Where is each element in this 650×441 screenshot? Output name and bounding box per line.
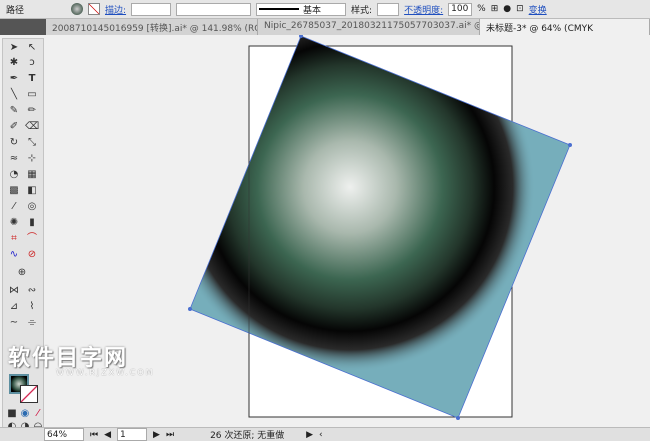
mesh-tool-icon[interactable]: ▩ <box>7 185 21 197</box>
selection-tool-icon[interactable]: ➤ <box>7 42 21 54</box>
variable-width-field[interactable] <box>176 2 252 16</box>
style-label: 样式: <box>351 5 373 16</box>
status-menu-icon[interactable]: ▶ <box>306 430 313 440</box>
undo-status: 26 次还原; 无重做 <box>210 431 285 441</box>
symbol-sprayer-icon[interactable]: ✺ <box>7 217 21 229</box>
zoom-select[interactable]: 64% <box>44 428 84 441</box>
brush-tool-icon[interactable]: ✎ <box>7 105 21 117</box>
line-tool-icon[interactable]: ╲ <box>7 89 21 101</box>
stroke-label[interactable]: 描边: <box>105 3 126 16</box>
globe-icon[interactable]: ● <box>503 4 511 14</box>
gradient-mode-icon[interactable]: ◉ <box>18 408 32 420</box>
opacity-field[interactable]: 100 <box>448 2 473 16</box>
watermark-url: WWW.RJZXW.COM <box>56 368 155 377</box>
graph-tool-icon[interactable]: ▮ <box>25 217 39 229</box>
puppet-icon[interactable]: ∼ <box>7 317 21 329</box>
align-icon[interactable]: ⊞ <box>491 4 499 14</box>
sharpen-icon[interactable]: ⌯ <box>25 317 39 329</box>
page-select[interactable]: 1 <box>117 428 148 441</box>
stroke-swatch[interactable] <box>88 3 100 15</box>
prev-page-icon[interactable]: ◀ <box>104 430 111 440</box>
stroke-weight-field[interactable] <box>131 2 172 16</box>
panel-collapse[interactable] <box>0 19 46 35</box>
stroke-style-select[interactable]: 基本 <box>256 2 347 16</box>
type-tool-icon[interactable]: T <box>25 73 39 85</box>
rectangle-tool-icon[interactable]: ▭ <box>25 89 39 101</box>
rotate-tool-icon[interactable]: ↻ <box>7 137 21 149</box>
object-type-label: 路径 <box>6 5 25 16</box>
next-page-icon[interactable]: ▶ <box>153 430 160 440</box>
free-transform-icon[interactable]: ⊹ <box>25 153 39 165</box>
scale-tool-icon[interactable]: ⤡ <box>25 137 39 149</box>
knife-icon[interactable]: ⌇ <box>25 301 39 313</box>
opacity-label[interactable]: 不透明度: <box>404 3 443 16</box>
transform-link[interactable]: 变换 <box>529 3 547 16</box>
grid-icon[interactable]: ⋈ <box>7 285 21 297</box>
hand-tool-icon[interactable]: ∿ <box>7 249 21 261</box>
magic-wand-icon[interactable]: ✱ <box>7 57 21 69</box>
gradient-tool-icon[interactable]: ◧ <box>25 185 39 197</box>
direct-selection-tool-icon[interactable]: ↖ <box>25 42 39 54</box>
tab-doc-3[interactable]: 未标题-3* @ 64% (CMYK <box>480 19 650 35</box>
stroke-color-swatch[interactable] <box>20 385 38 403</box>
color-mode-icon[interactable]: ■ <box>5 408 19 420</box>
perspective-icon[interactable]: ▦ <box>25 169 39 181</box>
warp-tool-icon[interactable]: ≈ <box>7 153 21 165</box>
slice-tool-icon[interactable]: ⌒ <box>25 233 39 245</box>
status-bar: 64% ⏮ ◀ 1 ▶ ⏭ 26 次还原; 无重做 ▶ ‹ <box>0 427 650 441</box>
blend-tool-icon[interactable]: ◎ <box>25 201 39 213</box>
lasso-icon[interactable]: ↄ <box>25 57 39 69</box>
opacity-unit: % <box>477 4 486 14</box>
zoom-tool-icon[interactable]: ⊘ <box>25 249 39 261</box>
eraser-icon[interactable]: ⌫ <box>25 121 39 133</box>
pen-tool-icon[interactable]: ✒ <box>7 73 21 85</box>
first-page-icon[interactable]: ⏮ <box>90 430 98 440</box>
last-page-icon[interactable]: ⏭ <box>166 430 174 440</box>
eyedropper-icon[interactable]: ⁄ <box>7 201 21 213</box>
crosshair-icon[interactable]: ⊕ <box>15 267 29 279</box>
scroll-left-icon[interactable]: ‹ <box>319 430 323 440</box>
control-bar: 路径 描边: 基本 样式: 不透明度: 100 % ⊞ ● ⊡ 变换 <box>0 0 650 19</box>
document-tabs: 2008710145016959 [转换].ai* @ 141.98% (RGB… <box>0 19 650 35</box>
wave-icon[interactable]: ∾ <box>25 285 39 297</box>
chart-icon[interactable]: ⊿ <box>7 301 21 313</box>
blob-brush-icon[interactable]: ✐ <box>7 121 21 133</box>
tools-panel: ➤ ↖ ✱ ↄ ✒ T ╲ ▭ ✎ ✏ ✐ ⌫ ↻ ⤡ ≈ ⊹ ◔ ▦ ▩ ◧ … <box>2 38 44 433</box>
tab-doc-1[interactable]: 2008710145016959 [转换].ai* @ 141.98% (RGB… <box>46 19 258 35</box>
transform-icon[interactable]: ⊡ <box>516 4 524 14</box>
none-mode-icon[interactable]: ⁄ <box>31 408 45 420</box>
artboard-tool-icon[interactable]: ⌗ <box>7 233 21 245</box>
fill-swatch[interactable] <box>71 3 83 15</box>
pencil-tool-icon[interactable]: ✏ <box>25 105 39 117</box>
shape-builder-icon[interactable]: ◔ <box>7 169 21 181</box>
tab-doc-2[interactable]: Nipic_26785037_20180321175057703037.ai* … <box>258 19 480 35</box>
style-select[interactable] <box>377 2 400 16</box>
